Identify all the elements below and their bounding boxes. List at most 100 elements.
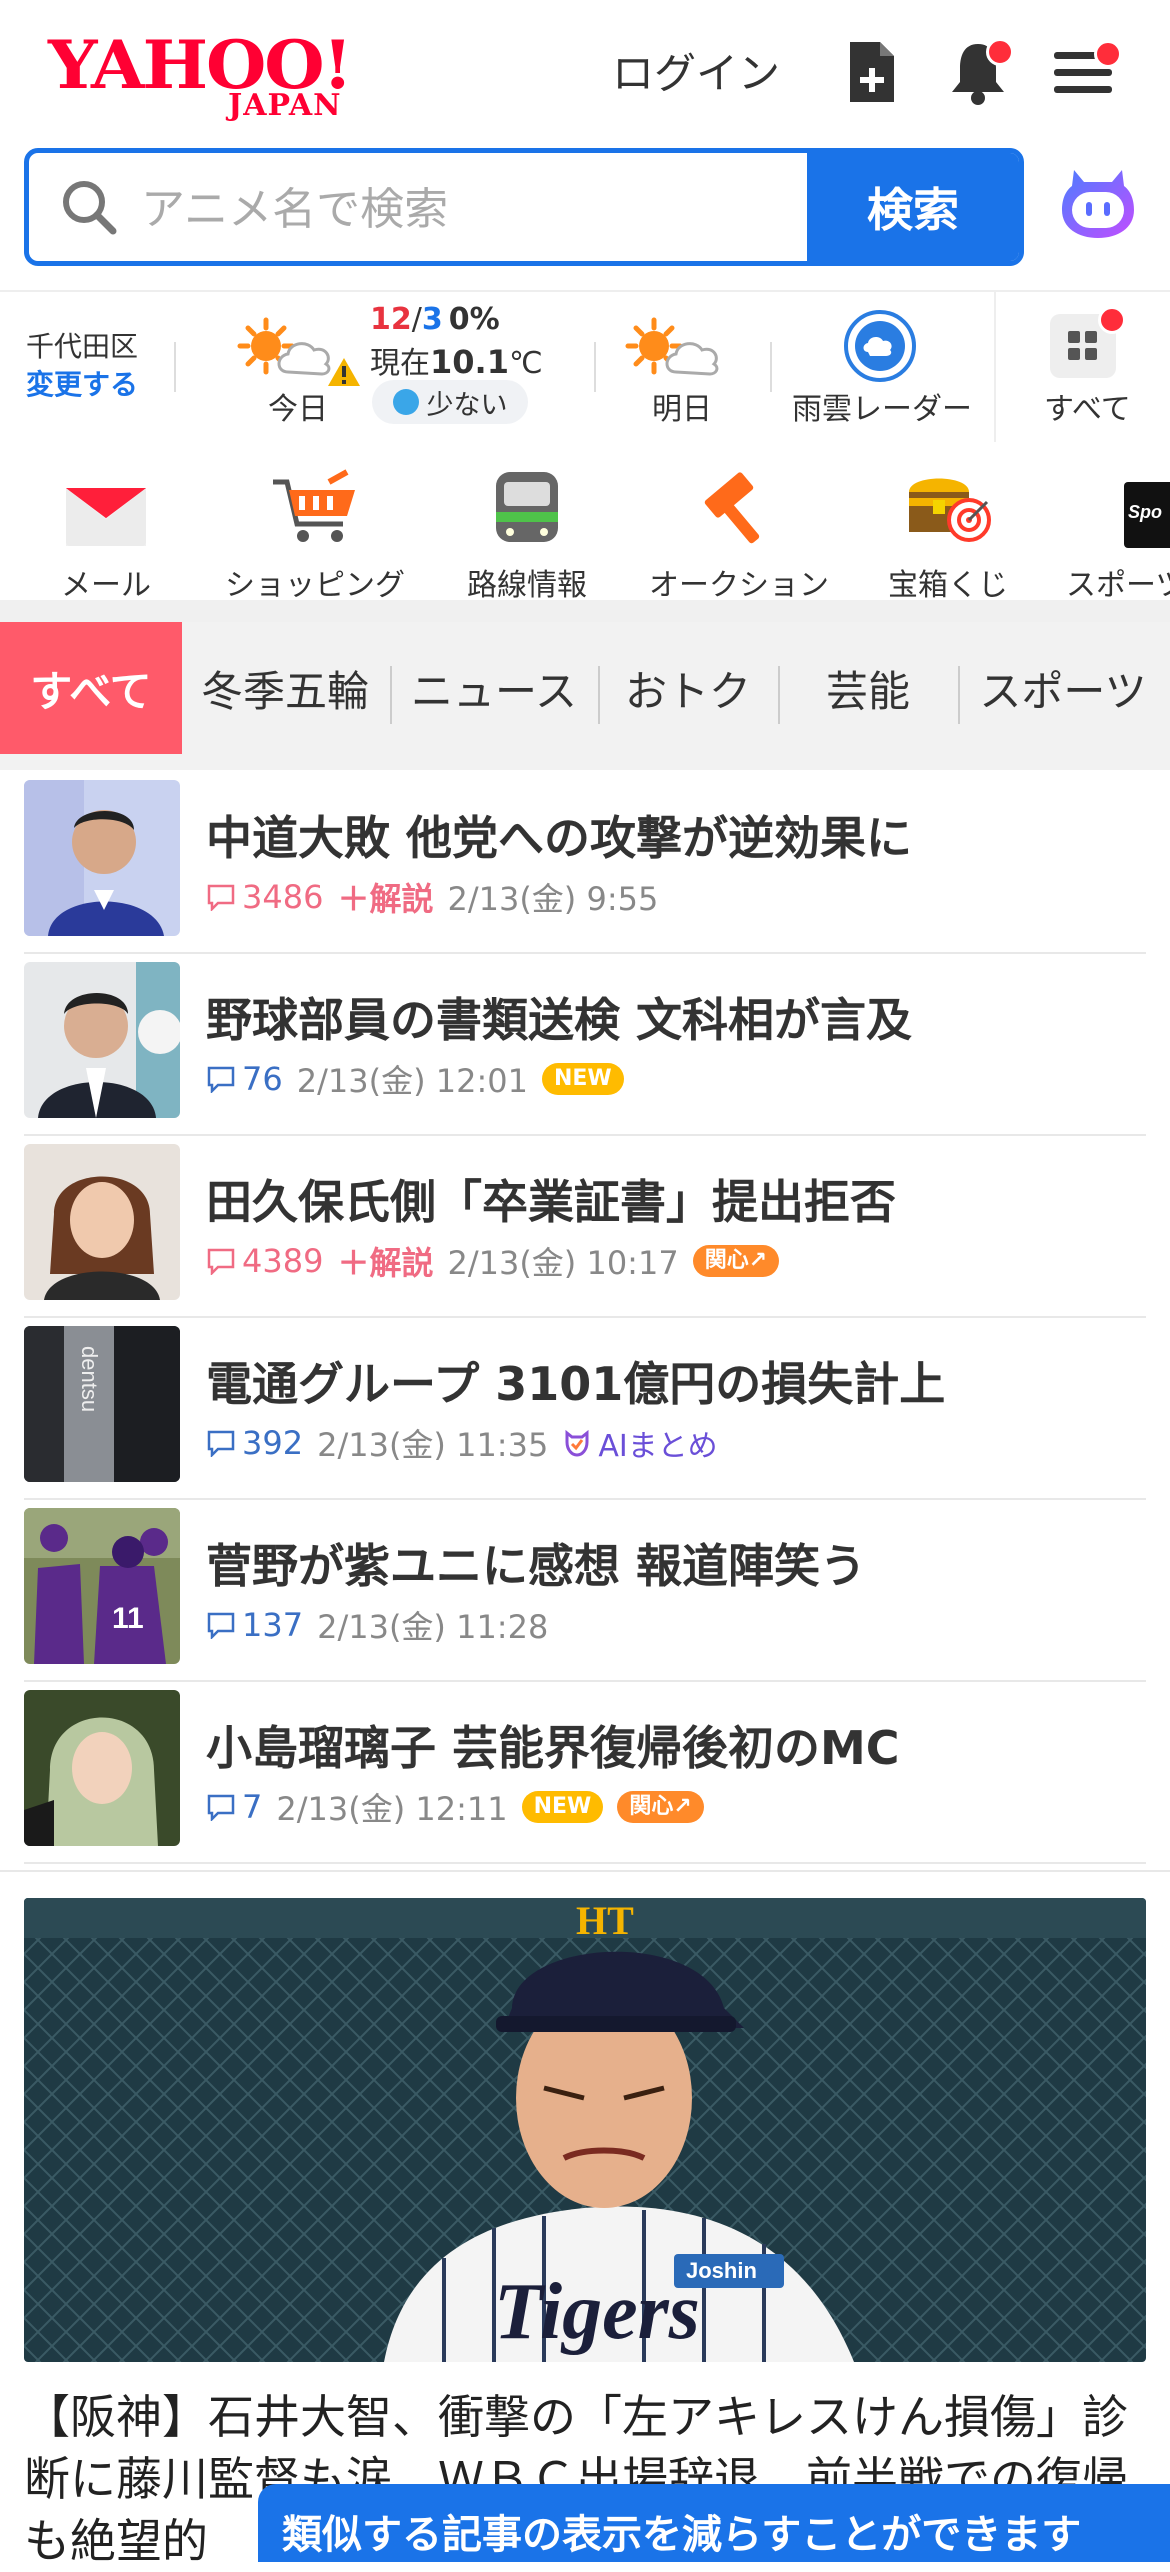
comment-count: 7 bbox=[206, 1788, 262, 1826]
news-title: 電通グループ 3101億円の損失計上 bbox=[206, 1357, 946, 1411]
ai-summary-label: AIまとめ bbox=[598, 1429, 718, 1464]
mail-icon bbox=[56, 462, 156, 548]
news-meta: 392 2/13(金) 11:35 AIまとめ bbox=[206, 1420, 718, 1466]
list-item[interactable]: 野球部員の書類送検 文科相が言及 76 2/13(金) 12:01 NEW bbox=[24, 952, 1146, 1136]
comment-count: 76 bbox=[206, 1060, 283, 1098]
news-thumbnail bbox=[24, 780, 180, 936]
jersey-text: Tigers bbox=[494, 2268, 700, 2356]
service-label: オークション bbox=[649, 568, 829, 603]
comment-icon bbox=[207, 1794, 235, 1821]
logo-sub-text: JAPAN bbox=[228, 88, 342, 123]
service-treasure[interactable]: 宝箱くじ bbox=[886, 462, 1010, 604]
comment-number: 76 bbox=[242, 1060, 283, 1098]
svg-text:Spo: Spo bbox=[1128, 502, 1162, 522]
comment-number: 7 bbox=[242, 1788, 263, 1826]
ai-summary[interactable]: AIまとめ bbox=[562, 1421, 718, 1465]
comment-icon bbox=[207, 1612, 235, 1639]
menu-icon[interactable] bbox=[1048, 36, 1122, 108]
list-item[interactable]: 11 菅野が紫ユニに感想 報道陣笑う 137 2/13(金) 11:28 bbox=[24, 1498, 1146, 1682]
treasure-box-icon bbox=[886, 462, 1010, 548]
news-meta: 137 2/13(金) 11:28 bbox=[206, 1602, 548, 1648]
radar-label: 雨雲レーダー bbox=[792, 392, 972, 427]
tab-news[interactable]: ニュース bbox=[392, 622, 596, 754]
service-transit[interactable]: 路線情報 bbox=[462, 462, 592, 604]
svg-text:dentsu: dentsu bbox=[77, 1346, 102, 1412]
service-label: スポーツ bbox=[1066, 568, 1170, 603]
tab-entertainment[interactable]: 芸能 bbox=[780, 622, 956, 754]
warning-icon bbox=[326, 356, 362, 392]
news-meta: 7 2/13(金) 12:11 NEW 関心↗ bbox=[206, 1784, 704, 1830]
comment-number: 392 bbox=[242, 1424, 304, 1462]
search-button[interactable]: 検索 bbox=[807, 153, 1019, 261]
auction-hammer-icon bbox=[648, 462, 830, 548]
location[interactable]: 千代田区 変更する bbox=[26, 328, 138, 462]
feature-image[interactable]: HT Tigers Joshin bbox=[24, 1898, 1146, 2362]
rain-chance: 0% bbox=[448, 302, 500, 337]
interest-badge: 関心↗ bbox=[692, 1245, 780, 1277]
search-bar: 検索 bbox=[24, 148, 1024, 266]
all-services[interactable]: すべて bbox=[994, 292, 1170, 442]
service-mail[interactable]: メール bbox=[56, 462, 156, 604]
search-icon bbox=[59, 177, 119, 241]
notification-dot bbox=[986, 38, 1014, 66]
comment-number: 3486 bbox=[242, 878, 324, 916]
low-temp: 3 bbox=[421, 302, 443, 337]
kaisetsu-label: ＋解説 bbox=[337, 1244, 434, 1282]
news-thumbnail: dentsu bbox=[24, 1326, 180, 1482]
comment-number: 4389 bbox=[242, 1242, 324, 1280]
list-item[interactable]: dentsu 電通グループ 3101億円の損失計上 392 2/13(金) 11… bbox=[24, 1316, 1146, 1500]
tab-winter-olympics[interactable]: 冬季五輪 bbox=[182, 622, 388, 754]
news-time: 2/13(金) 10:17 bbox=[447, 1244, 679, 1282]
new-badge: NEW bbox=[521, 1791, 604, 1823]
list-item[interactable]: 田久保氏側「卒業証書」提出拒否 4389 ＋解説 2/13(金) 10:17 関… bbox=[24, 1134, 1146, 1318]
menu-notification-dot bbox=[1094, 40, 1122, 68]
change-location-link[interactable]: 変更する bbox=[26, 366, 138, 404]
all-label: すべて bbox=[1044, 392, 1131, 427]
tab-all[interactable]: すべて bbox=[0, 622, 182, 754]
tomorrow-label: 明日 bbox=[652, 392, 712, 427]
train-icon bbox=[462, 462, 592, 548]
search-input[interactable] bbox=[139, 173, 823, 245]
bell-icon[interactable] bbox=[942, 36, 1014, 108]
hide-similar-toast[interactable]: 類似する記事の表示を減らすことができます bbox=[258, 2484, 1170, 2562]
divider bbox=[770, 342, 772, 392]
all-notification-dot bbox=[1098, 306, 1126, 334]
sponsor-patch: Joshin bbox=[686, 2258, 757, 2283]
divider bbox=[594, 342, 596, 392]
list-item[interactable]: 中道大敗 他党への攻撃が逆効果に 3486 ＋解説 2/13(金) 9:55 bbox=[24, 770, 1146, 954]
list-item[interactable]: 小島瑠璃子 芸能界復帰後初のMC 7 2/13(金) 12:11 NEW 関心↗ bbox=[24, 1680, 1146, 1864]
service-label: 宝箱くじ bbox=[888, 568, 1008, 603]
kaisetsu-label: ＋解説 bbox=[337, 880, 434, 918]
news-time: 2/13(金) 11:28 bbox=[317, 1608, 549, 1646]
news-title: 野球部員の書類送検 文科相が言及 bbox=[206, 993, 913, 1047]
current-temp: 現在10.1℃ bbox=[370, 338, 543, 382]
document-add-icon[interactable] bbox=[836, 36, 908, 108]
comment-count: 3486 bbox=[206, 878, 323, 916]
now-prefix: 現在 bbox=[370, 346, 430, 381]
service-label: ショッピング bbox=[225, 568, 405, 603]
news-time: 2/13(金) 9:55 bbox=[447, 880, 659, 918]
comment-icon bbox=[207, 1430, 235, 1457]
cap-logo: HT bbox=[576, 1898, 634, 1943]
news-time: 2/13(金) 11:35 bbox=[317, 1426, 549, 1464]
tab-deals[interactable]: おトク bbox=[600, 622, 776, 754]
comment-icon bbox=[207, 1248, 235, 1275]
pollen-pill: 少ない bbox=[372, 380, 528, 424]
temp-sep: / bbox=[411, 302, 422, 337]
news-meta: 76 2/13(金) 12:01 NEW bbox=[206, 1056, 624, 1102]
yahoo-japan-logo[interactable]: YAHOO! JAPAN bbox=[48, 30, 368, 123]
login-link[interactable]: ログイン bbox=[612, 40, 780, 101]
news-title: 田久保氏側「卒業証書」提出拒否 bbox=[206, 1175, 896, 1229]
ai-assistant-icon[interactable] bbox=[1056, 162, 1140, 246]
service-auction[interactable]: オークション bbox=[648, 462, 830, 604]
news-tabs: すべて 冬季五輪 ニュース おトク 芸能 スポーツ bbox=[0, 622, 1170, 754]
tab-sports[interactable]: スポーツ bbox=[960, 622, 1166, 754]
service-shopping[interactable]: ショッピング bbox=[224, 462, 406, 604]
news-title: 中道大敗 他党への攻撃が逆効果に bbox=[206, 811, 913, 865]
today-label: 今日 bbox=[268, 392, 328, 427]
interest-badge: 関心↗ bbox=[617, 1791, 704, 1823]
service-sports[interactable]: Spo スポーツ bbox=[1066, 462, 1170, 604]
divider bbox=[174, 342, 176, 392]
news-title: 小島瑠璃子 芸能界復帰後初のMC bbox=[206, 1721, 900, 1775]
new-badge: NEW bbox=[541, 1063, 624, 1095]
